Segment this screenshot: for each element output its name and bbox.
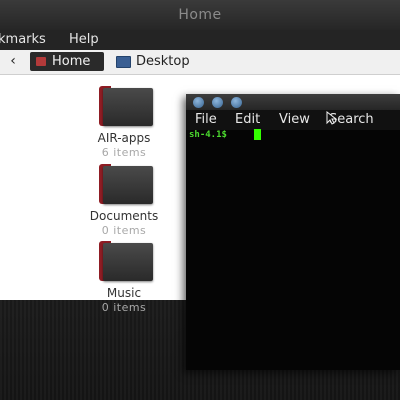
file-manager-titlebar[interactable]: Home [0,0,400,31]
path-bar: ‹ Home Desktop [0,50,400,75]
menu-view[interactable]: View [279,112,310,127]
terminal-window[interactable]: File Edit View Search sh-4.1$ [186,94,400,370]
maximize-button[interactable] [231,97,242,108]
breadcrumb-home[interactable]: Home [30,52,104,71]
menu-file[interactable]: File [195,112,217,127]
file-manager-menubar: kmarks Help [0,30,400,50]
chevron-left-icon[interactable]: ‹ [7,53,19,69]
text-cursor [254,129,261,140]
terminal-menubar: File Edit View Search [186,110,400,130]
folder-name: Music [106,286,142,300]
menu-edit[interactable]: Edit [235,112,260,127]
breadcrumb-home-label: Home [52,54,91,69]
folder-item-count: 0 items [101,224,147,237]
folder-name: Documents [89,209,159,223]
breadcrumb-desktop[interactable]: Desktop [114,52,204,71]
menu-help[interactable]: Help [69,32,99,47]
folder-item-count: 6 items [101,146,147,159]
desktop-icon [116,56,131,68]
close-button[interactable] [193,97,204,108]
shell-prompt: sh-4.1$ [189,130,227,140]
folder-icon [99,241,153,281]
home-folder-icon [36,57,46,66]
minimize-button[interactable] [212,97,223,108]
breadcrumb-desktop-label: Desktop [136,54,190,69]
folder-name: AIR-apps [97,131,151,145]
folder-icon [99,86,153,126]
window-title: Home [178,7,222,23]
mouse-pointer-icon [326,111,338,125]
menu-bookmarks[interactable]: kmarks [0,32,46,47]
terminal-body[interactable]: sh-4.1$ [186,129,400,370]
folder-icon [99,164,153,204]
terminal-titlebar[interactable] [186,94,400,110]
folder-item-count: 0 items [101,301,147,314]
